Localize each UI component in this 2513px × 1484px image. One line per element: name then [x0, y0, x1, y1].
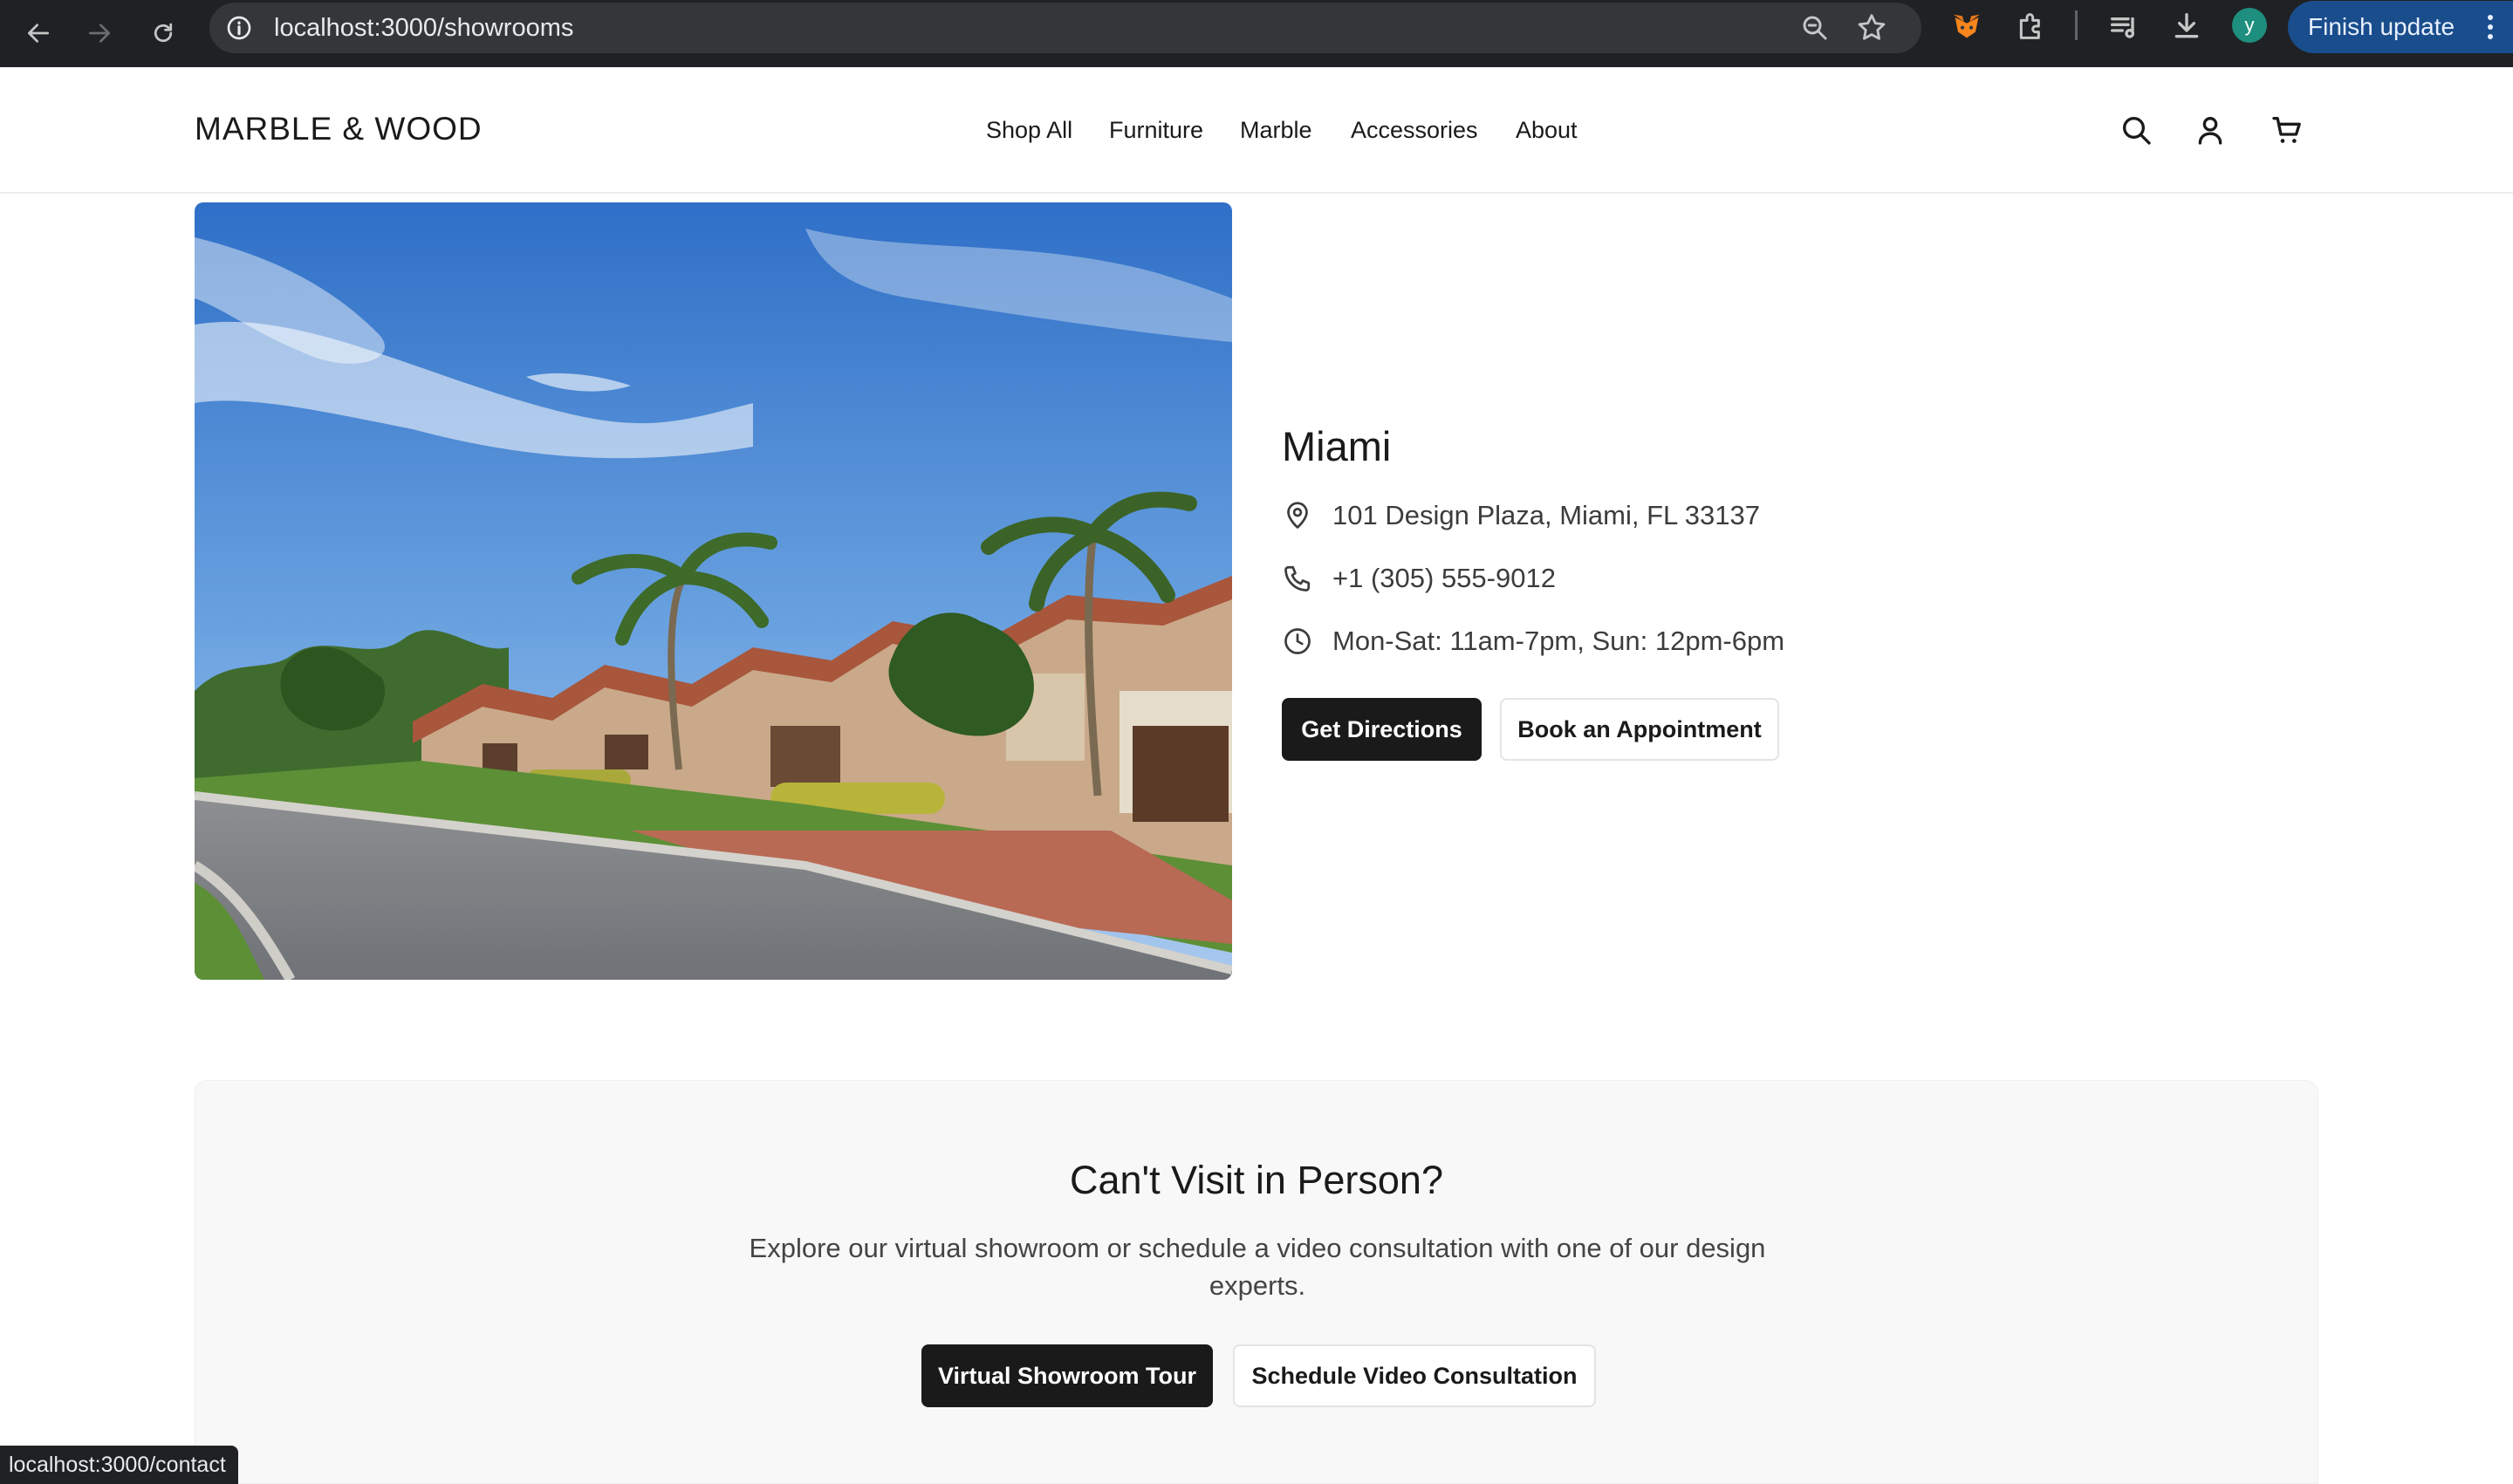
site-info-icon[interactable] [225, 14, 253, 42]
virtual-visit-section: Can't Visit in Person? Explore our virtu… [195, 1080, 2318, 1484]
media-queue-icon[interactable] [2106, 9, 2141, 44]
showroom-photo [195, 202, 1232, 980]
nav-marble[interactable]: Marble [1240, 117, 1312, 144]
nav-accessories[interactable]: Accessories [1351, 117, 1478, 144]
nav-furniture[interactable]: Furniture [1109, 117, 1203, 144]
browser-toolbar: localhost:3000/showrooms y Finish update [0, 0, 2513, 67]
finish-update-label: Finish update [2308, 13, 2455, 40]
forward-button[interactable] [73, 7, 126, 59]
phone-row: +1 (305) 555-9012 [1282, 559, 1556, 598]
nav-shop-all[interactable]: Shop All [986, 117, 1072, 144]
showroom-street-image [195, 202, 1232, 980]
metamask-fox-icon[interactable] [1949, 9, 1984, 44]
map-pin-icon [1287, 502, 1308, 529]
toolbar-divider [2075, 10, 2078, 40]
showroom-phone[interactable]: +1 (305) 555-9012 [1332, 563, 1556, 594]
clock-icon [1284, 628, 1311, 654]
bookmark-star-icon[interactable] [1855, 11, 1888, 44]
reload-icon [154, 23, 173, 43]
address-row: 101 Design Plaza, Miami, FL 33137 [1282, 496, 1760, 535]
showroom-hours: Mon-Sat: 11am-7pm, Sun: 12pm-6pm [1332, 626, 1785, 656]
book-appointment-button[interactable]: Book an Appointment [1500, 698, 1779, 761]
showroom-address: 101 Design Plaza, Miami, FL 33137 [1332, 500, 1760, 530]
address-bar[interactable]: localhost:3000/showrooms [209, 3, 1921, 53]
virtual-tour-button[interactable]: Virtual Showroom Tour [921, 1344, 1213, 1407]
reload-button[interactable] [137, 7, 189, 59]
link-status-bar: localhost:3000/contact [0, 1446, 238, 1484]
arrow-right-icon [89, 24, 110, 43]
zoom-icon[interactable] [1799, 12, 1831, 44]
virtual-description: Explore our virtual showroom or schedule… [749, 1233, 1766, 1301]
phone-icon [1284, 565, 1311, 592]
showroom-city: Miami [1282, 423, 1392, 469]
cart-icon[interactable] [2270, 113, 2304, 147]
get-directions-button[interactable]: Get Directions [1282, 698, 1482, 761]
site-logo[interactable]: MARBLE & WOOD [195, 111, 483, 147]
virtual-title: Can't Visit in Person? [1070, 1158, 1443, 1202]
profile-avatar[interactable]: y [2232, 8, 2267, 43]
nav-about[interactable]: About [1516, 117, 1578, 144]
url-text[interactable]: localhost:3000/showrooms [274, 13, 573, 43]
back-button[interactable] [12, 7, 65, 59]
extensions-puzzle-icon[interactable] [2014, 9, 2049, 44]
video-consultation-button[interactable]: Schedule Video Consultation [1233, 1344, 1596, 1407]
site-header: MARBLE & WOOD Shop All Furniture Marble … [0, 67, 2513, 194]
hours-row: Mon-Sat: 11am-7pm, Sun: 12pm-6pm [1282, 622, 1784, 660]
arrow-left-icon [28, 24, 49, 43]
download-icon[interactable] [2169, 9, 2204, 44]
more-vert-icon [2488, 15, 2493, 39]
finish-update-button[interactable]: Finish update [2288, 1, 2513, 53]
user-icon[interactable] [2193, 113, 2228, 147]
search-icon[interactable] [2119, 113, 2154, 147]
